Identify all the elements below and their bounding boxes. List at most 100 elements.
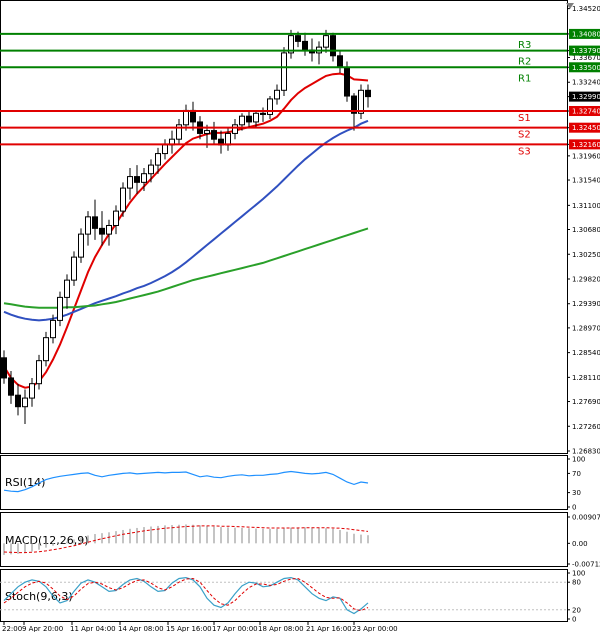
candle-body	[337, 55, 343, 68]
time-tick-label: 22:00	[2, 625, 22, 632]
candle-body	[106, 224, 112, 235]
candle-body	[120, 187, 126, 212]
candle-body	[43, 337, 49, 362]
candle-body	[274, 89, 280, 100]
level-name-s3: S3	[518, 146, 531, 157]
candle-body	[8, 377, 14, 396]
indicator-tick-label: 80	[572, 579, 581, 587]
candle-body	[92, 216, 98, 229]
price-tick-label: 1.29820	[572, 275, 600, 283]
level-price-label: 1.32740	[572, 108, 600, 116]
current-price-label: 1.32990	[572, 93, 600, 101]
candle-body	[29, 383, 35, 399]
price-tick-label: 1.28970	[572, 324, 600, 332]
indicator-tick-label: 0	[572, 504, 576, 512]
time-tick-label: 9 Apr 20:00	[22, 625, 63, 632]
price-tick-label: 1.33240	[572, 79, 600, 87]
candle-body	[323, 35, 329, 48]
price-tick-label: 1.31540	[572, 177, 600, 185]
level-price-label: 1.33790	[572, 47, 600, 55]
candle-body	[295, 35, 301, 42]
indicator-tick-label: 20	[572, 606, 581, 614]
candle-body	[64, 279, 70, 298]
candle	[281, 47, 287, 97]
time-tick-label: 14 Apr 08:00	[118, 625, 164, 632]
candle-body	[183, 109, 189, 126]
candle-body	[85, 216, 91, 235]
indicator-tick-label: 100	[572, 570, 585, 578]
indicator-tick-label: 30	[572, 489, 581, 497]
price-tick-label: 1.29390	[572, 300, 600, 308]
candle-body	[267, 98, 273, 115]
time-tick-label: 21 Apr 16:00	[306, 625, 352, 632]
candle-body	[22, 397, 28, 408]
candle-body	[134, 176, 140, 183]
price-tick-label: 1.31960	[572, 152, 600, 160]
candle-body	[330, 35, 336, 57]
price-tick-label: 1.31100	[572, 202, 600, 210]
rsi-panel-frame	[0, 455, 568, 510]
indicator-tick-label: 70	[572, 470, 581, 478]
candle-body	[225, 132, 231, 146]
candle-body	[211, 130, 217, 140]
price-tick-label: 1.30680	[572, 226, 600, 234]
candle-body	[302, 40, 308, 51]
candle-body	[113, 210, 119, 226]
level-price-label: 1.32160	[572, 141, 600, 149]
time-axis: 22:00 9 Apr 20:00 11 Apr 04:00 14 Apr 08:00…	[2, 622, 398, 632]
forex-chart: 1.345201.340801.337901.336701.335001.332…	[0, 0, 600, 632]
candle-body	[239, 115, 245, 126]
level-name-r2: R2	[518, 57, 531, 68]
candle-body	[50, 319, 56, 339]
candle-body	[232, 124, 238, 134]
candle-body	[57, 296, 63, 321]
price-tick-label: 1.34520	[572, 5, 600, 13]
price-tick-label: 1.30250	[572, 251, 600, 259]
candle-body	[204, 130, 210, 134]
candle-body	[71, 256, 77, 281]
level-name-s2: S2	[518, 130, 531, 141]
indicator-tick-label: 100	[572, 456, 585, 464]
indicator-tick-label: -0.007124	[572, 561, 600, 569]
time-tick-label: 18 Apr 08:00	[258, 625, 304, 632]
candle-body	[281, 52, 287, 91]
candle-body	[1, 357, 7, 379]
level-price-label: 1.34080	[572, 30, 600, 38]
stoch-panel-frame	[0, 569, 568, 622]
price-tick-label: 1.28110	[572, 374, 600, 382]
price-tick-label: 1.27690	[572, 398, 600, 406]
candle-body	[253, 112, 259, 123]
indicator-label: Stoch(9,6,3)	[5, 590, 73, 603]
candle-body	[78, 233, 84, 258]
time-tick-label: 23 Apr 00:00	[352, 625, 398, 632]
candle-body	[162, 144, 168, 155]
current-price-marker: 1.32990	[569, 91, 600, 102]
price-tick-label: 1.27260	[572, 423, 600, 431]
price-tick-label: 1.26830	[572, 448, 600, 456]
indicator-tick-label: 0	[572, 616, 576, 624]
candle-body	[246, 115, 252, 123]
level-price-label: 1.32450	[572, 124, 600, 132]
price-tick-label: 1.28540	[572, 349, 600, 357]
candle-body	[36, 360, 42, 385]
indicator-tick-label: 0.009074	[572, 514, 600, 522]
candle-body	[148, 164, 154, 175]
candle-body	[190, 109, 196, 123]
time-tick-label: 15 Apr 16:00	[166, 625, 212, 632]
level-price-label: 1.33500	[572, 64, 600, 72]
candle-body	[358, 89, 364, 114]
candle-body	[99, 227, 105, 235]
candle-body	[344, 66, 350, 97]
price-axis: 1.345201.340801.337901.336701.335001.332…	[567, 5, 600, 456]
candle-body	[155, 153, 161, 166]
candle-body	[127, 176, 133, 189]
candle-body	[15, 394, 21, 408]
candle-body	[365, 89, 371, 98]
time-tick-label: 11 Apr 04:00	[70, 625, 116, 632]
candle-body	[141, 173, 147, 183]
level-name-s1: S1	[518, 113, 531, 124]
candle-body	[260, 112, 266, 115]
indicator-tick-label: 0.00	[572, 540, 588, 548]
level-name-r3: R3	[518, 40, 531, 51]
level-name-r1: R1	[518, 73, 531, 84]
